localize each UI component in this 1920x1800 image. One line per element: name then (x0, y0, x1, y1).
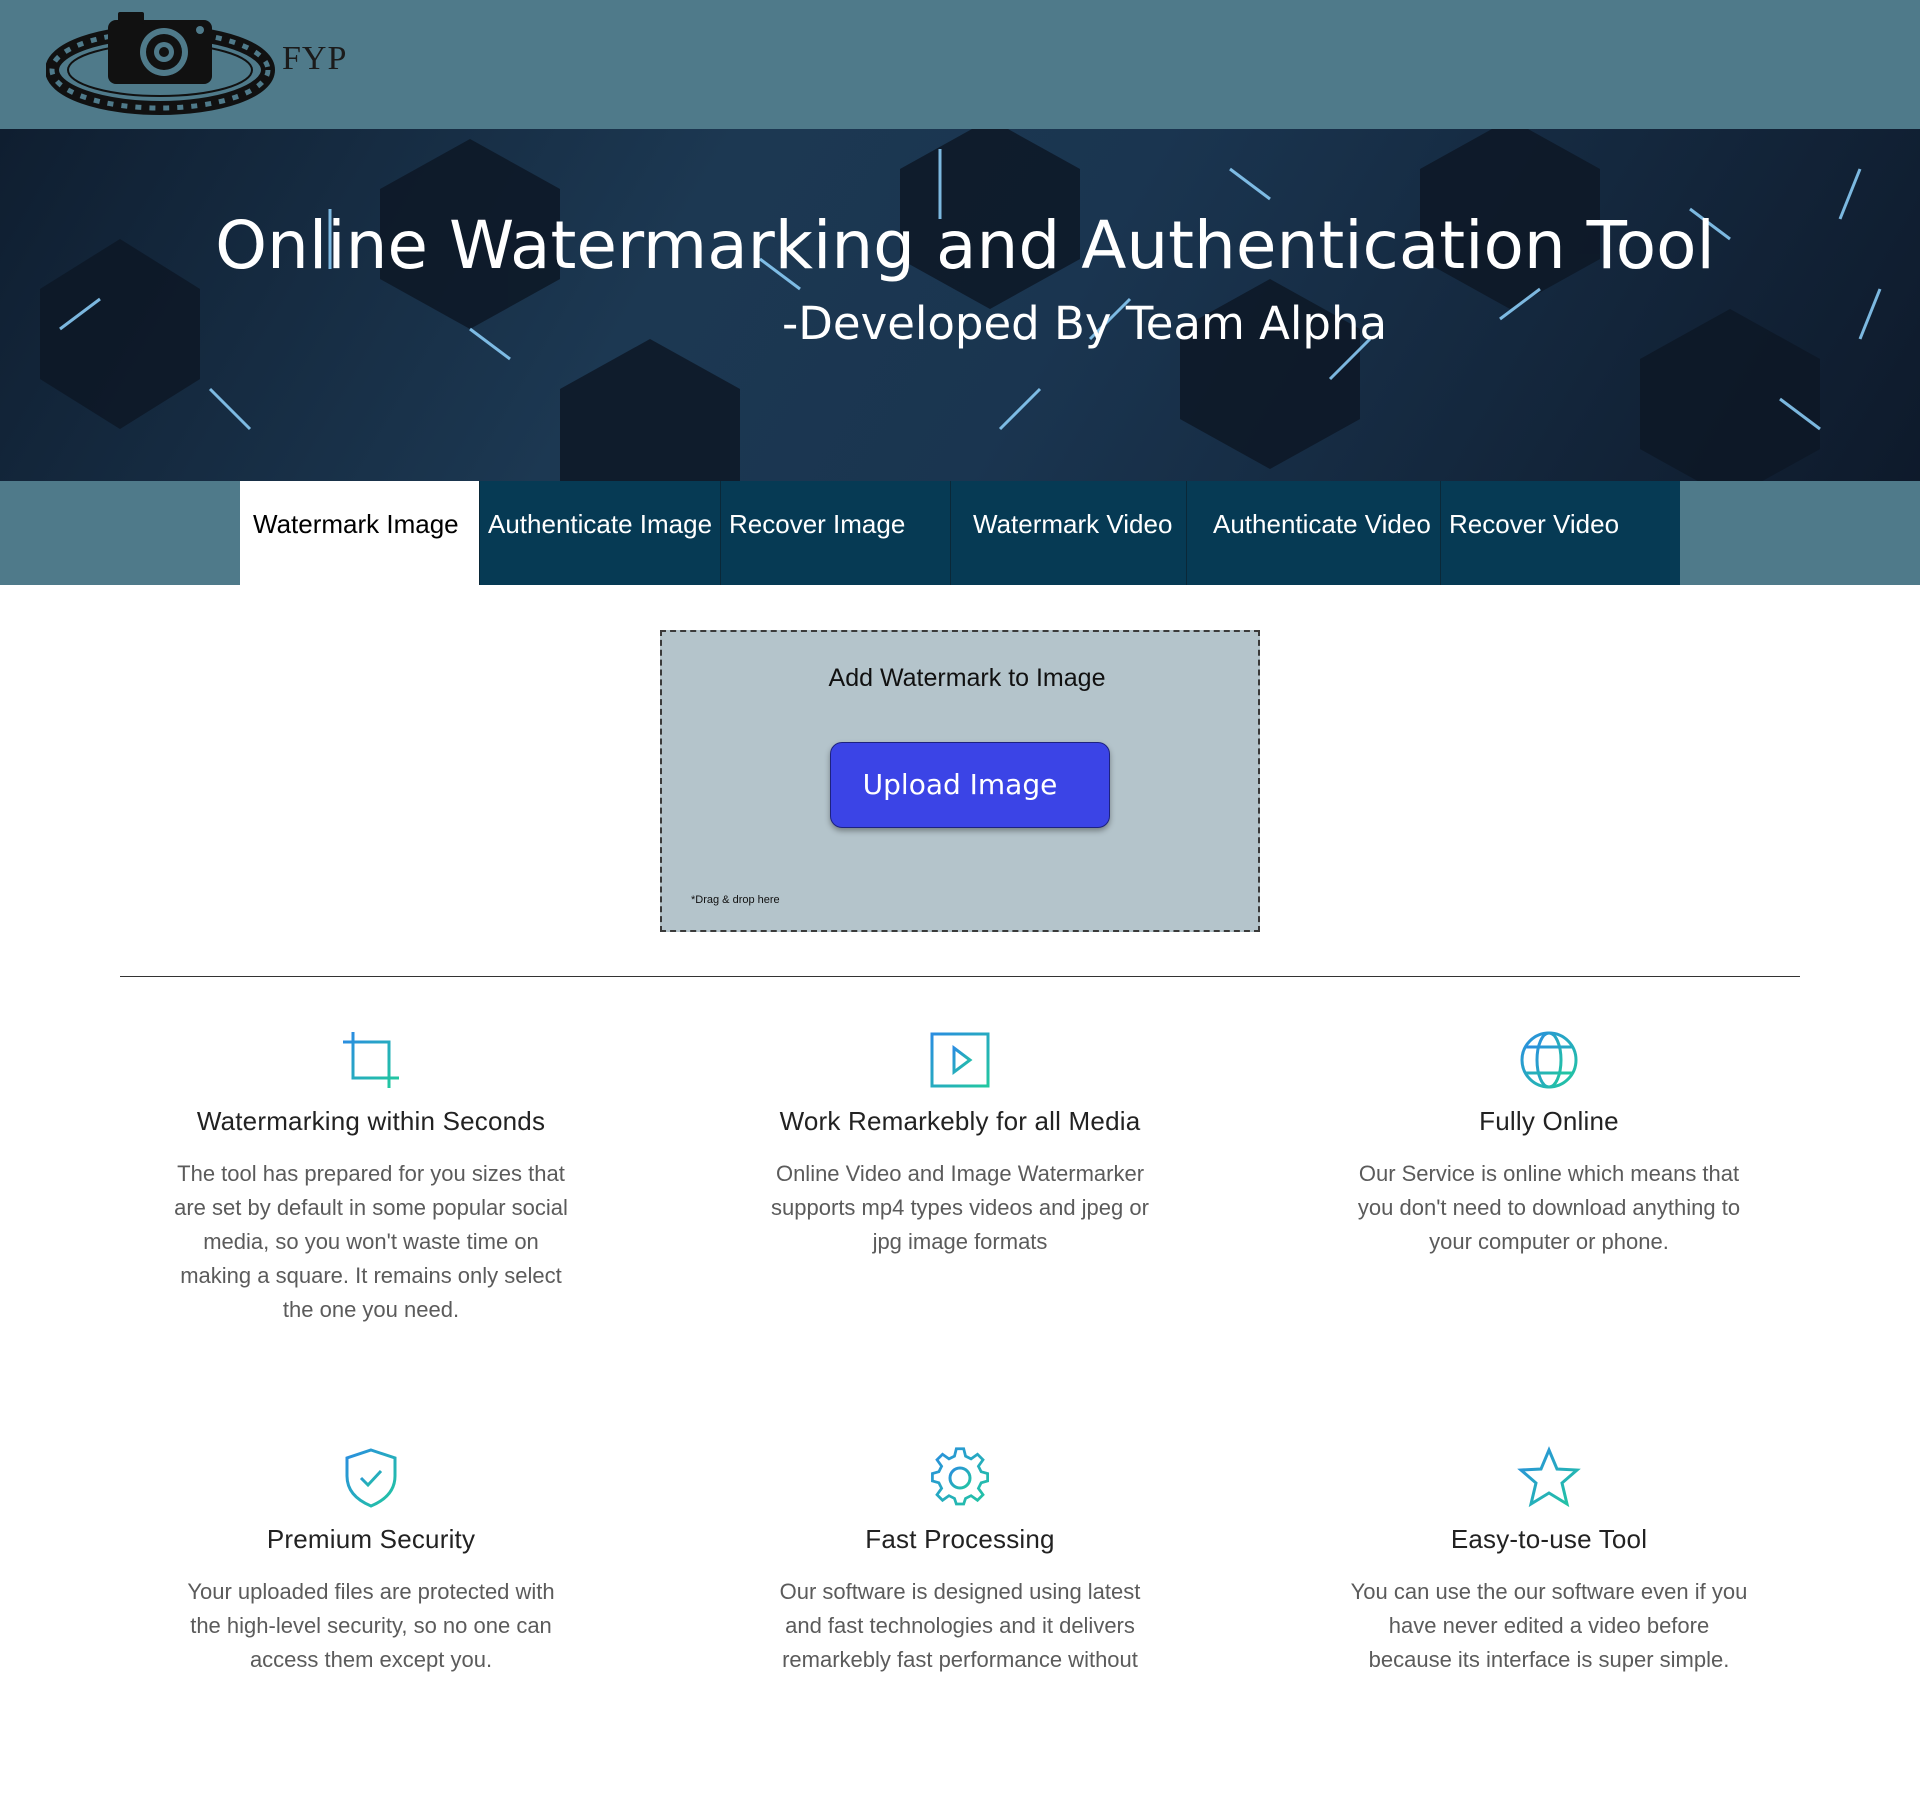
feature-title: Premium Security (266, 1524, 476, 1554)
hero-title: Online Watermarking and Authentication T… (215, 207, 1715, 284)
feature-text: The tool has prepared for you sizes that… (174, 1161, 568, 1322)
globe-icon (1520, 1031, 1578, 1089)
crop-icon (343, 1032, 399, 1088)
feature-card: Easy-to-use Tool You can use the our sof… (1339, 1446, 1759, 1677)
feature-text: Online Video and Image Watermarker suppo… (771, 1161, 1149, 1254)
site-header: FYP (0, 0, 1920, 129)
tab-watermark-video[interactable]: Watermark Video (951, 481, 1187, 585)
feature-card: Watermarking within Seconds The tool has… (161, 1028, 581, 1327)
feature-text: Your uploaded files are protected with t… (187, 1579, 555, 1672)
tab-list: Watermark Image Authenticate Image Recov… (240, 481, 1680, 585)
feature-title: Easy-to-use Tool (1450, 1524, 1648, 1554)
upload-image-button[interactable]: Upload Image (830, 742, 1110, 828)
feature-title: Fully Online (1479, 1106, 1619, 1136)
tab-bar: Watermark Image Authenticate Image Recov… (0, 481, 1920, 585)
camera-film-logo[interactable] (46, 8, 278, 120)
feature-text: You can use the our software even if you… (1350, 1579, 1748, 1672)
shield-check-icon (345, 1448, 397, 1508)
tab-authenticate-video[interactable]: Authenticate Video (1187, 481, 1441, 585)
tab-recover-image[interactable]: Recover Image (721, 481, 951, 585)
feature-card: Work Remarkebly for all Media Online Vid… (750, 1028, 1170, 1259)
feature-title: Work Remarkebly for all Media (779, 1106, 1141, 1136)
feature-title: Watermarking within Seconds (196, 1106, 546, 1136)
feature-title: Fast Processing (865, 1524, 1055, 1554)
tab-authenticate-image[interactable]: Authenticate Image (480, 481, 721, 585)
section-divider (120, 976, 1800, 977)
hero-subtitle: -Developed By Team Alpha (782, 297, 1388, 350)
star-icon (1517, 1446, 1581, 1508)
hero-banner: Online Watermarking and Authentication T… (0, 129, 1920, 481)
video-play-icon (930, 1032, 990, 1088)
feature-card: Premium Security Your uploaded files are… (161, 1446, 581, 1677)
feature-text: Our Service is online which means that y… (1357, 1161, 1741, 1254)
brand-name: FYP (282, 40, 348, 77)
drag-drop-hint: *Drag & drop here (691, 894, 780, 906)
upload-title: Add Watermark to Image (828, 664, 1106, 692)
gear-icon (931, 1447, 989, 1506)
tab-watermark-image[interactable]: Watermark Image (240, 481, 480, 585)
feature-card: Fully Online Our Service is online which… (1339, 1028, 1759, 1259)
feature-card: Fast Processing Our software is designed… (750, 1446, 1170, 1677)
tab-recover-video[interactable]: Recover Video (1441, 481, 1680, 585)
feature-text: Our software is designed using latest an… (779, 1579, 1141, 1672)
upload-dropzone[interactable]: Add Watermark to Image Upload Image *Dra… (660, 630, 1260, 932)
